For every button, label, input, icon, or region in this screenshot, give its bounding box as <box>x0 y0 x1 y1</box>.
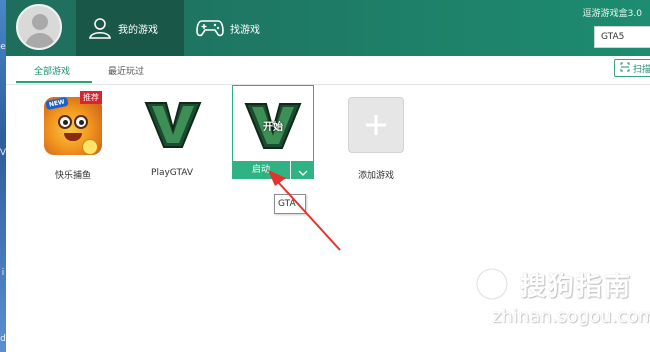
sogou-logo-icon <box>475 267 509 301</box>
watermark-url: zhinan.sogou.com <box>492 306 650 327</box>
watermark-text: 搜狗指南 <box>520 272 633 302</box>
watermark: 搜狗指南 zhinan.sogou.com <box>468 258 650 338</box>
